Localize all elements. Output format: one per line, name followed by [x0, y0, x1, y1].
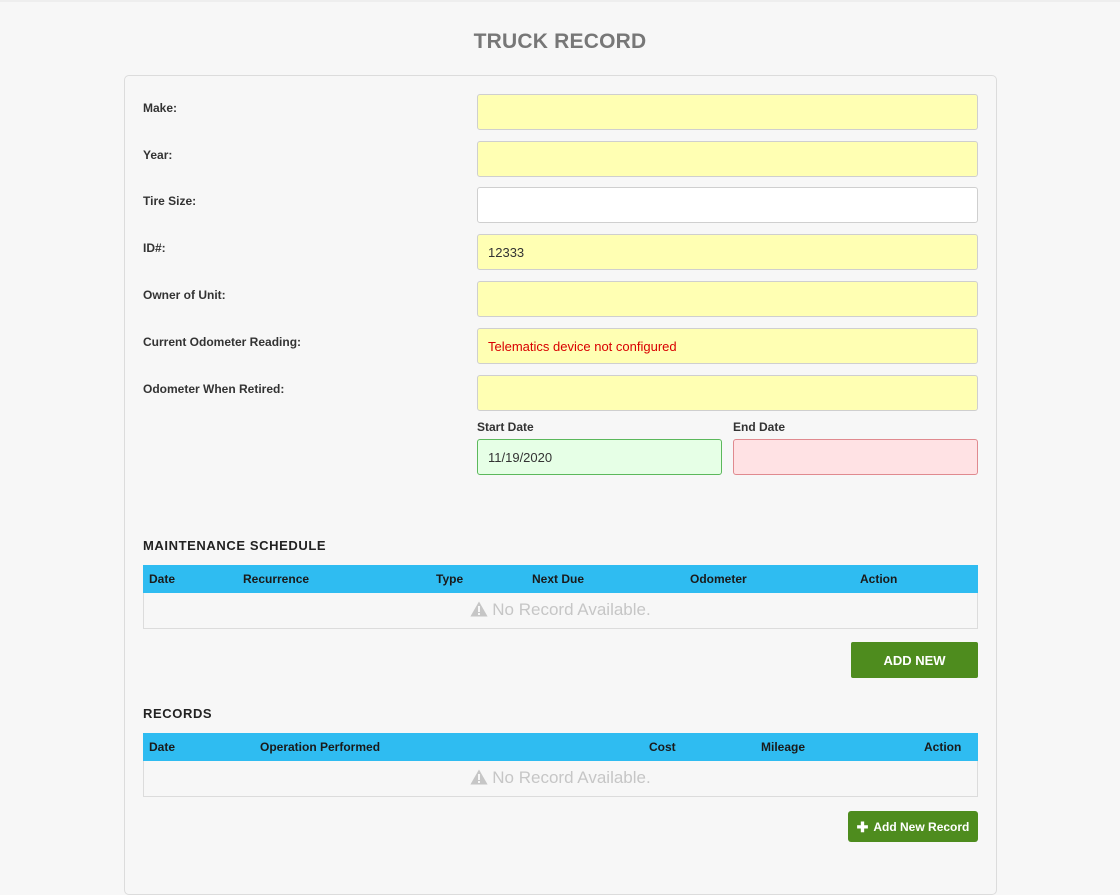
maintenance-schedule-title: MAINTENANCE SCHEDULE	[143, 538, 327, 553]
maintenance-empty-row: No Record Available.	[143, 593, 978, 629]
col-action: Action	[924, 740, 962, 754]
page-title: TRUCK RECORD	[473, 30, 647, 53]
add-new-record-label: Add New Record	[873, 819, 970, 834]
records-empty-text: No Record Available.	[492, 768, 651, 787]
owner-input[interactable]	[477, 281, 978, 317]
warning-icon	[470, 769, 488, 785]
col-date[interactable]: Date	[149, 572, 175, 586]
current-odometer-input[interactable]	[477, 328, 978, 364]
records-table: Date Operation Performed Cost Mileage Ac…	[143, 733, 978, 797]
end-date-group: End Date	[733, 420, 978, 475]
maintenance-empty-text: No Record Available.	[492, 600, 651, 619]
end-date-label: End Date	[733, 420, 786, 434]
col-recurrence[interactable]: Recurrence	[243, 572, 309, 586]
id-input[interactable]	[477, 234, 978, 270]
plus-icon: ✚	[856, 818, 869, 835]
col-next-due[interactable]: Next Due	[532, 572, 584, 586]
top-border	[0, 0, 1120, 2]
records-title: RECORDS	[143, 706, 213, 721]
make-input[interactable]	[477, 94, 978, 130]
warning-icon	[470, 601, 488, 617]
end-date-input[interactable]	[733, 439, 978, 475]
start-date-group: Start Date	[477, 420, 722, 475]
year-input[interactable]	[477, 141, 978, 177]
col-cost[interactable]: Cost	[649, 740, 676, 754]
truck-record-form: Make: Year: Tire Size: ID#: Owner of Uni…	[124, 75, 997, 895]
retired-odometer-label: Odometer When Retired:	[143, 382, 285, 396]
retired-odometer-input[interactable]	[477, 375, 978, 411]
start-date-input[interactable]	[477, 439, 722, 475]
owner-label: Owner of Unit:	[143, 288, 226, 302]
year-label: Year:	[143, 148, 173, 162]
make-label: Make:	[143, 101, 178, 115]
add-new-maintenance-button[interactable]: ADD NEW	[851, 642, 978, 678]
tire-size-input[interactable]	[477, 187, 978, 223]
col-operation-performed[interactable]: Operation Performed	[260, 740, 380, 754]
maintenance-table-header: Date Recurrence Type Next Due Odometer A…	[143, 565, 978, 593]
start-date-label: Start Date	[477, 420, 534, 434]
records-empty-row: No Record Available.	[143, 761, 978, 797]
records-table-header: Date Operation Performed Cost Mileage Ac…	[143, 733, 978, 761]
id-label: ID#:	[143, 241, 166, 255]
col-date[interactable]: Date	[149, 740, 175, 754]
col-action: Action	[860, 572, 898, 586]
col-odometer[interactable]: Odometer	[690, 572, 747, 586]
current-odometer-label: Current Odometer Reading:	[143, 335, 302, 349]
tire-size-label: Tire Size:	[143, 194, 197, 208]
col-mileage[interactable]: Mileage	[761, 740, 805, 754]
maintenance-table: Date Recurrence Type Next Due Odometer A…	[143, 565, 978, 629]
add-new-record-button[interactable]: ✚ Add New Record	[848, 811, 978, 842]
col-type[interactable]: Type	[436, 572, 463, 586]
